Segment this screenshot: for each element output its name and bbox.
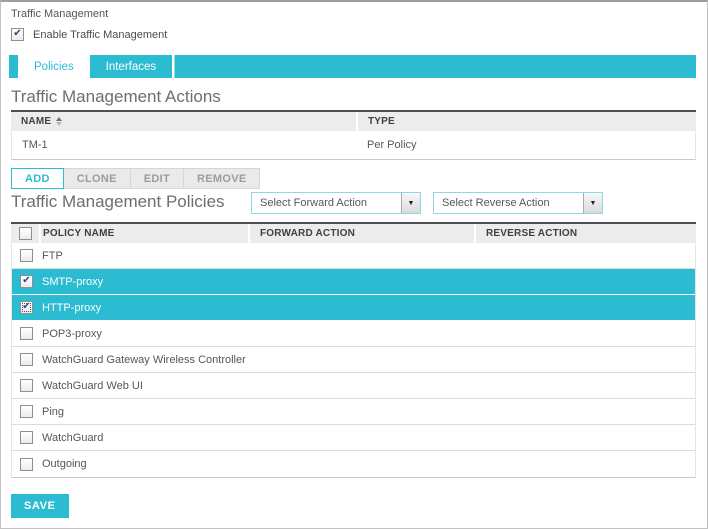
policy-name: POP3-proxy [42, 328, 102, 340]
policy-checkbox[interactable] [20, 249, 33, 262]
policy-row[interactable]: Ping [12, 399, 695, 425]
policy-name: Ping [42, 406, 64, 418]
tab-interfaces[interactable]: Interfaces [90, 55, 173, 78]
policies-table-header: POLICY NAME FORWARD ACTION REVERSE ACTIO… [11, 222, 696, 243]
policy-checkbox[interactable] [20, 379, 33, 392]
sort-down-arrow-icon [56, 122, 62, 126]
remove-button[interactable]: REMOVE [183, 168, 260, 189]
actions-heading: Traffic Management Actions [11, 87, 697, 107]
forward-action-select[interactable]: Select Forward Action ▼ [251, 192, 421, 214]
page-title: Traffic Management [11, 8, 697, 20]
policies-table: POLICY NAME FORWARD ACTION REVERSE ACTIO… [11, 222, 696, 478]
policy-name: HTTP-proxy [42, 302, 101, 314]
actions-table-header: NAME TYPE [11, 110, 696, 131]
policy-row[interactable]: SMTP-proxy [12, 269, 695, 295]
action-row[interactable]: TM-1Per Policy [12, 131, 695, 159]
policies-heading-row: Traffic Management Policies Select Forwa… [11, 192, 696, 215]
actions-table: NAME TYPE TM-1Per Policy [11, 110, 696, 160]
policy-name: WatchGuard Gateway Wireless Controller [42, 354, 246, 366]
add-button[interactable]: ADD [11, 168, 64, 189]
action-name: TM-1 [12, 139, 357, 151]
actions-button-group: ADDCLONEEDITREMOVE [11, 168, 697, 189]
policy-row[interactable]: HTTP-proxy [12, 295, 695, 321]
select-all-cell [11, 224, 39, 243]
policy-name: Outgoing [42, 458, 87, 470]
actions-column-name-label: NAME [21, 116, 51, 127]
enable-traffic-management-checkbox[interactable] [11, 28, 24, 41]
policies-column-forward[interactable]: FORWARD ACTION [248, 224, 474, 243]
enable-traffic-management-row[interactable]: Enable Traffic Management [11, 28, 697, 41]
reverse-action-select-value: Select Reverse Action [434, 197, 583, 209]
forward-action-select-value: Select Forward Action [252, 197, 401, 209]
policy-name: WatchGuard [42, 432, 103, 444]
policy-checkbox[interactable] [20, 431, 33, 444]
policy-row[interactable]: Outgoing [12, 451, 695, 477]
actions-column-name[interactable]: NAME [11, 112, 356, 131]
policy-row[interactable]: WatchGuard Web UI [12, 373, 695, 399]
policy-name: SMTP-proxy [42, 276, 103, 288]
tab-bar: PoliciesInterfaces [9, 55, 696, 78]
edit-button[interactable]: EDIT [130, 168, 184, 189]
policy-row[interactable]: FTP [12, 243, 695, 269]
traffic-management-page: Traffic Management Enable Traffic Manage… [0, 0, 708, 529]
policy-checkbox[interactable] [20, 353, 33, 366]
sort-up-arrow-icon [56, 117, 62, 121]
select-all-checkbox[interactable] [19, 227, 32, 240]
actions-column-type[interactable]: TYPE [356, 112, 696, 131]
enable-traffic-management-label: Enable Traffic Management [33, 29, 167, 41]
tab-policies[interactable]: Policies [18, 55, 90, 78]
policy-row[interactable]: WatchGuard Gateway Wireless Controller [12, 347, 695, 373]
reverse-action-select[interactable]: Select Reverse Action ▼ [433, 192, 603, 214]
policies-column-reverse[interactable]: REVERSE ACTION [474, 224, 696, 243]
clone-button[interactable]: CLONE [63, 168, 131, 189]
policy-checkbox[interactable] [20, 301, 33, 314]
policies-column-name[interactable]: POLICY NAME [39, 224, 248, 243]
sort-icon[interactable] [56, 117, 62, 126]
policy-checkbox[interactable] [20, 327, 33, 340]
policy-checkbox[interactable] [20, 405, 33, 418]
chevron-down-icon[interactable]: ▼ [401, 193, 420, 213]
policy-name: WatchGuard Web UI [42, 380, 143, 392]
save-button[interactable]: SAVE [11, 494, 69, 518]
policy-name: FTP [42, 250, 63, 262]
action-type: Per Policy [357, 139, 695, 151]
policy-row[interactable]: WatchGuard [12, 425, 695, 451]
policy-checkbox[interactable] [20, 275, 33, 288]
tab-bar-lead [9, 55, 18, 78]
policy-row[interactable]: POP3-proxy [12, 321, 695, 347]
policy-checkbox[interactable] [20, 458, 33, 471]
tab-bar-fill [175, 55, 696, 78]
chevron-down-icon[interactable]: ▼ [583, 193, 602, 213]
